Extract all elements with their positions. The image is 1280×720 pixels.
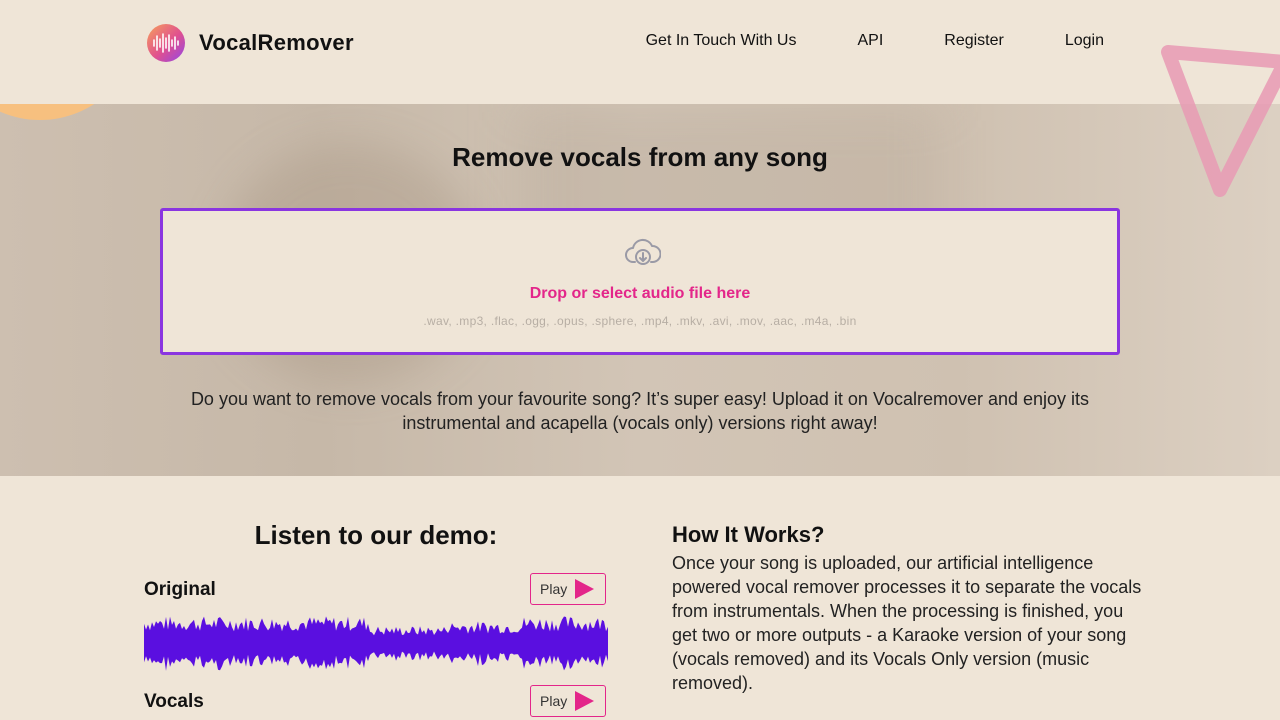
how-it-works-text: Once your song is uploaded, our artifici… xyxy=(672,553,1142,693)
nav-api-link[interactable]: API xyxy=(857,32,883,50)
play-button-label: Play xyxy=(540,693,568,709)
main-nav: Get In Touch With Us API Register Login xyxy=(585,32,1104,50)
nav-register-link[interactable]: Register xyxy=(944,32,1004,50)
nav-contact-link[interactable]: Get In Touch With Us xyxy=(646,32,797,50)
track-label-vocals: Vocals xyxy=(144,691,204,712)
supported-formats: .wav, .mp3, .flac, .ogg, .opus, .sphere,… xyxy=(423,314,857,328)
hero-title: Remove vocals from any song xyxy=(452,142,828,172)
play-icon xyxy=(575,579,595,599)
decorative-triangle xyxy=(1161,45,1280,197)
play-original-button[interactable]: Play xyxy=(530,573,606,605)
demo-title: Listen to our demo: xyxy=(254,520,498,550)
play-button-label: Play xyxy=(540,581,568,597)
brand-name: VocalRemover xyxy=(199,30,354,55)
cloud-download-icon xyxy=(625,238,661,265)
file-dropzone[interactable]: Drop or select audio file here .wav, .mp… xyxy=(160,208,1120,355)
original-waveform[interactable] xyxy=(144,611,608,677)
nav-login-link[interactable]: Login xyxy=(1065,32,1104,50)
brand-logo[interactable]: VocalRemover xyxy=(147,24,354,62)
play-vocals-button[interactable]: Play xyxy=(530,685,606,717)
track-label-original: Original xyxy=(144,579,216,600)
intro-text: Do you want to remove vocals from your f… xyxy=(190,389,1090,433)
how-it-works-title: How It Works? xyxy=(672,522,825,547)
hero-section: Remove vocals from any song Drop or sele… xyxy=(0,104,1280,476)
play-icon xyxy=(575,691,595,711)
soundwave-logo-icon xyxy=(147,24,185,62)
dropzone-label[interactable]: Drop or select audio file here xyxy=(163,285,1117,303)
waveform-shape xyxy=(144,616,608,671)
